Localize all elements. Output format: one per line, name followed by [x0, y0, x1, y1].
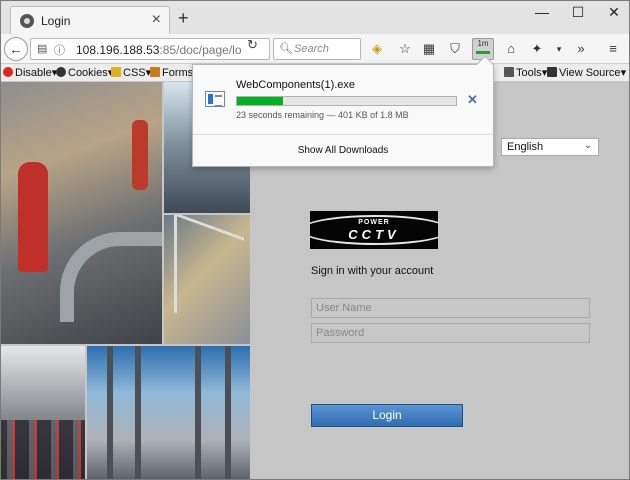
login-button[interactable]: Login: [311, 404, 463, 427]
download-progress-fill: [237, 97, 283, 105]
column: [107, 346, 113, 480]
new-tab-icon[interactable]: +: [178, 9, 189, 27]
language-select[interactable]: English ⌄: [501, 138, 599, 156]
download-progress-icon: [476, 51, 490, 54]
maximize-icon[interactable]: ☐: [558, 4, 598, 21]
download-progress-bar: [236, 96, 457, 106]
navigation-bar: ← ▤ ⓘ 108.196.188.53:85/doc/page/lo ↻ 🔍︎…: [0, 34, 630, 64]
panel-divider: [193, 134, 493, 135]
css-icon: [111, 67, 121, 77]
reading-list-icon[interactable]: ▦: [420, 41, 438, 57]
hamburger-menu-icon[interactable]: ≡: [604, 41, 622, 57]
reload-icon[interactable]: ↻: [247, 37, 258, 53]
worker-figure-2: [132, 120, 148, 190]
tools-icon: [504, 67, 514, 77]
cancel-download-icon[interactable]: ✕: [467, 92, 478, 108]
power-cctv-logo: POWER CCTV: [310, 211, 438, 249]
back-arrow-icon[interactable]: ←: [4, 37, 28, 61]
column: [225, 346, 231, 480]
exe-file-icon: [205, 91, 225, 107]
home-icon[interactable]: ⌂: [502, 41, 520, 57]
password-field[interactable]: Password: [311, 323, 590, 343]
logo-power-text: POWER: [358, 219, 390, 226]
overflow-chevron-icon[interactable]: »: [572, 41, 590, 57]
browser-tab[interactable]: Login ×: [10, 6, 170, 34]
crowd-figures: [0, 420, 85, 480]
tab-close-icon[interactable]: ×: [152, 11, 161, 29]
download-filename[interactable]: WebComponents(1).exe: [236, 79, 355, 91]
worker-figure: [18, 162, 48, 272]
web-developer-icon[interactable]: ✦: [528, 41, 546, 57]
downloads-panel: WebComponents(1).exe 23 seconds remainin…: [192, 55, 494, 167]
language-value: English: [507, 141, 544, 153]
factory-photo: [0, 82, 162, 344]
search-icon: 🔍︎: [279, 43, 293, 55]
search-placeholder: Search: [294, 43, 329, 55]
tab-title: Login: [41, 14, 71, 28]
url-bar[interactable]: ▤ ⓘ 108.196.188.53:85/doc/page/lo: [30, 38, 270, 60]
extension-icon[interactable]: ◈: [368, 41, 386, 57]
toolbar-disable[interactable]: Disable▾: [3, 66, 57, 79]
username-placeholder: User Name: [316, 302, 372, 314]
atrium-photo: [87, 346, 250, 480]
disable-icon: [3, 67, 13, 77]
url-text: 108.196.188.53:85/doc/page/lo: [76, 43, 244, 57]
pocket-icon[interactable]: ⛉: [446, 41, 464, 57]
toolbar-forms-label: Forms: [162, 67, 194, 79]
title-bar: Login × + — ☐ ✕: [0, 0, 630, 34]
view-source-icon: [547, 67, 557, 77]
chevron-down-icon[interactable]: ▾: [550, 41, 568, 57]
camera-icon: [20, 14, 34, 28]
page-icon: ▤: [37, 43, 48, 55]
downloads-time-badge: 1m: [477, 39, 489, 48]
info-icon[interactable]: ⓘ: [54, 42, 65, 58]
crowd-photo: [0, 346, 85, 480]
search-input[interactable]: 🔍︎ Search: [273, 38, 361, 60]
url-path: :85/doc/page/lo: [159, 43, 242, 57]
logo-cctv-text: CCTV: [348, 227, 400, 242]
show-all-downloads-button[interactable]: Show All Downloads: [193, 145, 493, 156]
toolbar-css[interactable]: CSS▾: [111, 66, 151, 79]
railing: [174, 215, 244, 338]
toolbar-cookies[interactable]: Cookies▾: [56, 66, 113, 79]
chevron-down-icon: ⌄: [583, 140, 592, 151]
toolbar-disable-label: Disable: [15, 67, 52, 79]
minimize-icon[interactable]: —: [522, 4, 562, 20]
close-window-icon[interactable]: ✕: [594, 4, 630, 21]
staircase-photo: [164, 215, 250, 344]
password-placeholder: Password: [316, 327, 365, 339]
conveyor-belt: [60, 232, 162, 322]
bookmark-star-icon[interactable]: ☆: [396, 41, 414, 57]
toolbar-tools[interactable]: Tools▾: [504, 66, 547, 79]
signin-heading: Sign in with your account: [311, 265, 434, 277]
download-status: 23 seconds remaining — 401 KB of 1.8 MB: [236, 110, 409, 120]
forms-icon: [150, 67, 160, 77]
cookies-icon: [56, 67, 66, 77]
column: [195, 346, 201, 480]
toolbar-tools-label: Tools: [516, 67, 542, 79]
column: [135, 346, 141, 480]
username-field[interactable]: User Name: [311, 298, 590, 318]
toolbar-cookies-label: Cookies: [68, 67, 108, 79]
toolbar-view-source-label: View Source: [559, 67, 621, 79]
toolbar-view-source[interactable]: View Source▾: [547, 66, 626, 79]
url-host: 108.196.188.53: [76, 43, 160, 57]
toolbar-css-label: CSS: [123, 67, 146, 79]
